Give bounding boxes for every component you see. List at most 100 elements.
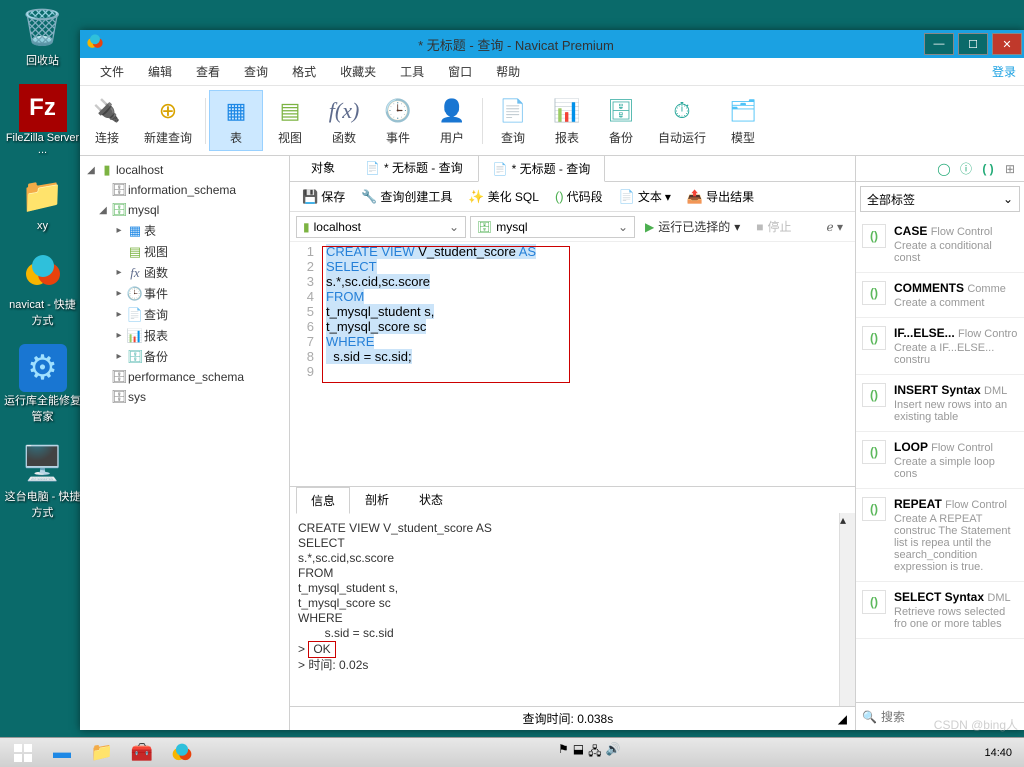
start-button[interactable]: [4, 740, 42, 766]
tool-user[interactable]: 👤用户: [425, 91, 479, 150]
snippet-item[interactable]: ()IF...ELSE... Flow ControlCreate a IF..…: [856, 318, 1024, 375]
code-area[interactable]: CREATE VIEW V_student_score AS SELECT s.…: [320, 242, 855, 486]
tree-queries[interactable]: ▸📄查询: [84, 304, 285, 325]
snippet-item[interactable]: ()SELECT Syntax DMLRetrieve rows selecte…: [856, 582, 1024, 639]
text-button[interactable]: 📄文本 ▾: [613, 185, 677, 208]
tree-db-infoschema[interactable]: 🗄information_schema: [84, 180, 285, 200]
tool-table[interactable]: ▦表: [209, 90, 263, 151]
tree-host[interactable]: ◢▮localhost: [84, 160, 285, 180]
save-button[interactable]: 💾保存: [296, 185, 351, 208]
login-link[interactable]: 登录: [992, 63, 1016, 80]
search-icon: 🔍: [862, 710, 877, 724]
menu-query[interactable]: 查询: [232, 63, 280, 80]
tray-new-icon[interactable]: ⬓: [573, 742, 584, 763]
tab-info[interactable]: 信息: [296, 487, 350, 514]
tree-backup[interactable]: ▸🗄备份: [84, 346, 285, 367]
desktop-icon-navicat[interactable]: navicat - 快捷方式: [0, 244, 85, 332]
tab-status[interactable]: 状态: [404, 486, 458, 513]
taskbar-clock[interactable]: 14:40: [976, 747, 1020, 759]
menu-view[interactable]: 查看: [184, 63, 232, 80]
tool-event[interactable]: 🕒事件: [371, 91, 425, 150]
titlebar[interactable]: * 无标题 - 查询 - Navicat Premium — ☐ ✕: [80, 30, 1024, 58]
right-panel: ◯ ⓘ ( ) ⊞ 全部标签⌄ ()CASE Flow ControlCreat…: [856, 156, 1024, 730]
info-icon[interactable]: ⓘ: [958, 161, 974, 177]
desktop: 🗑️回收站 FzFileZilla Server ... 📁xy navicat…: [0, 0, 85, 532]
query-toolbar: 💾保存 🔧查询创建工具 ✨美化 SQL ()代码段 📄文本 ▾ 📤导出结果: [290, 182, 855, 212]
tree-db-sys[interactable]: 🗄sys: [84, 387, 285, 407]
grid-icon[interactable]: ⊞: [1002, 161, 1018, 177]
scrollbar[interactable]: ▴: [839, 513, 855, 706]
menu-file[interactable]: 文件: [88, 63, 136, 80]
output-body[interactable]: CREATE VIEW V_student_score AS SELECT s.…: [290, 513, 855, 706]
watermark: CSDN @bing人: [934, 716, 1018, 733]
tab-objects[interactable]: 对象: [296, 156, 350, 181]
tree-events[interactable]: ▸🕒事件: [84, 283, 285, 304]
menu-help[interactable]: 帮助: [484, 63, 532, 80]
tray-network-icon[interactable]: 🖧: [588, 742, 601, 763]
tree-reports[interactable]: ▸📊报表: [84, 325, 285, 346]
tray-flag-icon[interactable]: ⚑: [558, 742, 569, 763]
tool-backup[interactable]: 🗄备份: [594, 91, 648, 150]
table-icon: ▦: [220, 95, 252, 127]
tool-report[interactable]: 📊报表: [540, 91, 594, 150]
menubar: 文件 编辑 查看 查询 格式 收藏夹 工具 窗口 帮助 登录: [80, 58, 1024, 86]
snippet-item[interactable]: ()REPEAT Flow ControlCreate A REPEAT con…: [856, 489, 1024, 582]
maximize-button[interactable]: ☐: [958, 33, 988, 55]
tray-sound-icon[interactable]: 🔊: [606, 742, 621, 763]
snippet-item[interactable]: ()CASE Flow ControlCreate a conditional …: [856, 216, 1024, 273]
tool-query[interactable]: 📄查询: [486, 91, 540, 150]
menu-tools[interactable]: 工具: [388, 63, 436, 80]
tree-db-perf[interactable]: 🗄performance_schema: [84, 367, 285, 387]
sql-editor[interactable]: 1 2 3 4 5 6 7 8 9 CREATE VIEW V_student_…: [290, 242, 855, 486]
server-icon: ▮: [303, 220, 310, 234]
host-select[interactable]: ▮localhost⌄: [296, 216, 466, 238]
menu-window[interactable]: 窗口: [436, 63, 484, 80]
task-manager-icon[interactable]: ▬: [42, 740, 82, 766]
computer-icon: 🖥️: [19, 440, 67, 488]
desktop-icon-repair[interactable]: ⚙运行库全能修复管家: [0, 340, 85, 428]
tree-tables[interactable]: ▸▦表: [84, 220, 285, 241]
backup-icon: 🗄: [605, 95, 637, 127]
line-gutter: 1 2 3 4 5 6 7 8 9: [290, 242, 320, 486]
run-button[interactable]: ▶运行已选择的 ▾: [639, 218, 746, 235]
menu-edit[interactable]: 编辑: [136, 63, 184, 80]
tree-views[interactable]: ▤视图: [84, 241, 285, 262]
query-builder-button[interactable]: 🔧查询创建工具: [355, 185, 458, 208]
circle-icon[interactable]: ◯: [936, 161, 952, 177]
menu-format[interactable]: 格式: [280, 63, 328, 80]
beautify-button[interactable]: ✨美化 SQL: [462, 185, 545, 208]
close-button[interactable]: ✕: [992, 33, 1022, 55]
snippet-item[interactable]: ()COMMENTS CommeCreate a comment: [856, 273, 1024, 318]
snippet-item[interactable]: ()INSERT Syntax DMLInsert new rows into …: [856, 375, 1024, 432]
tool-connect[interactable]: 🔌连接: [80, 91, 134, 150]
tool-autorun[interactable]: ⏱自动运行: [648, 91, 716, 150]
snippet-button[interactable]: ()代码段: [549, 185, 609, 208]
db-select[interactable]: 🗄mysql⌄: [470, 216, 635, 238]
tab-profile[interactable]: 剖析: [350, 486, 404, 513]
tool-model[interactable]: 🗂模型: [716, 91, 770, 150]
snippet-list: ()CASE Flow ControlCreate a conditional …: [856, 216, 1024, 702]
minimize-button[interactable]: —: [924, 33, 954, 55]
desktop-icon-recycle[interactable]: 🗑️回收站: [0, 0, 85, 72]
task-navicat[interactable]: [162, 740, 202, 766]
snippet-item[interactable]: ()LOOP Flow ControlCreate a simple loop …: [856, 432, 1024, 489]
resize-grip-icon[interactable]: ◢: [838, 712, 847, 726]
export-button[interactable]: 📤导出结果: [681, 185, 760, 208]
paren-icon[interactable]: ( ): [980, 161, 996, 177]
desktop-icon-pc[interactable]: 🖥️这台电脑 - 快捷方式: [0, 436, 85, 524]
tool-new-query[interactable]: ⊕新建查询: [134, 91, 202, 150]
task-tool[interactable]: 🧰: [122, 740, 162, 766]
menu-fav[interactable]: 收藏夹: [328, 63, 388, 80]
tool-view[interactable]: ▤视图: [263, 91, 317, 150]
explain-button[interactable]: ℯ ▾: [821, 220, 849, 234]
task-explorer[interactable]: 📁: [82, 740, 122, 766]
tab-query-2[interactable]: 📄* 无标题 - 查询: [478, 156, 606, 182]
tree-functions[interactable]: ▸fx函数: [84, 262, 285, 283]
tool-function[interactable]: f(x)函数: [317, 91, 371, 150]
tag-filter-select[interactable]: 全部标签⌄: [860, 186, 1020, 212]
tab-query-1[interactable]: 📄* 无标题 - 查询: [350, 156, 478, 181]
tree-db-mysql[interactable]: ◢🗄mysql: [84, 200, 285, 220]
desktop-icon-filezilla[interactable]: FzFileZilla Server ...: [0, 80, 85, 160]
stop-button[interactable]: ■停止: [750, 218, 797, 235]
desktop-icon-xy[interactable]: 📁xy: [0, 168, 85, 236]
